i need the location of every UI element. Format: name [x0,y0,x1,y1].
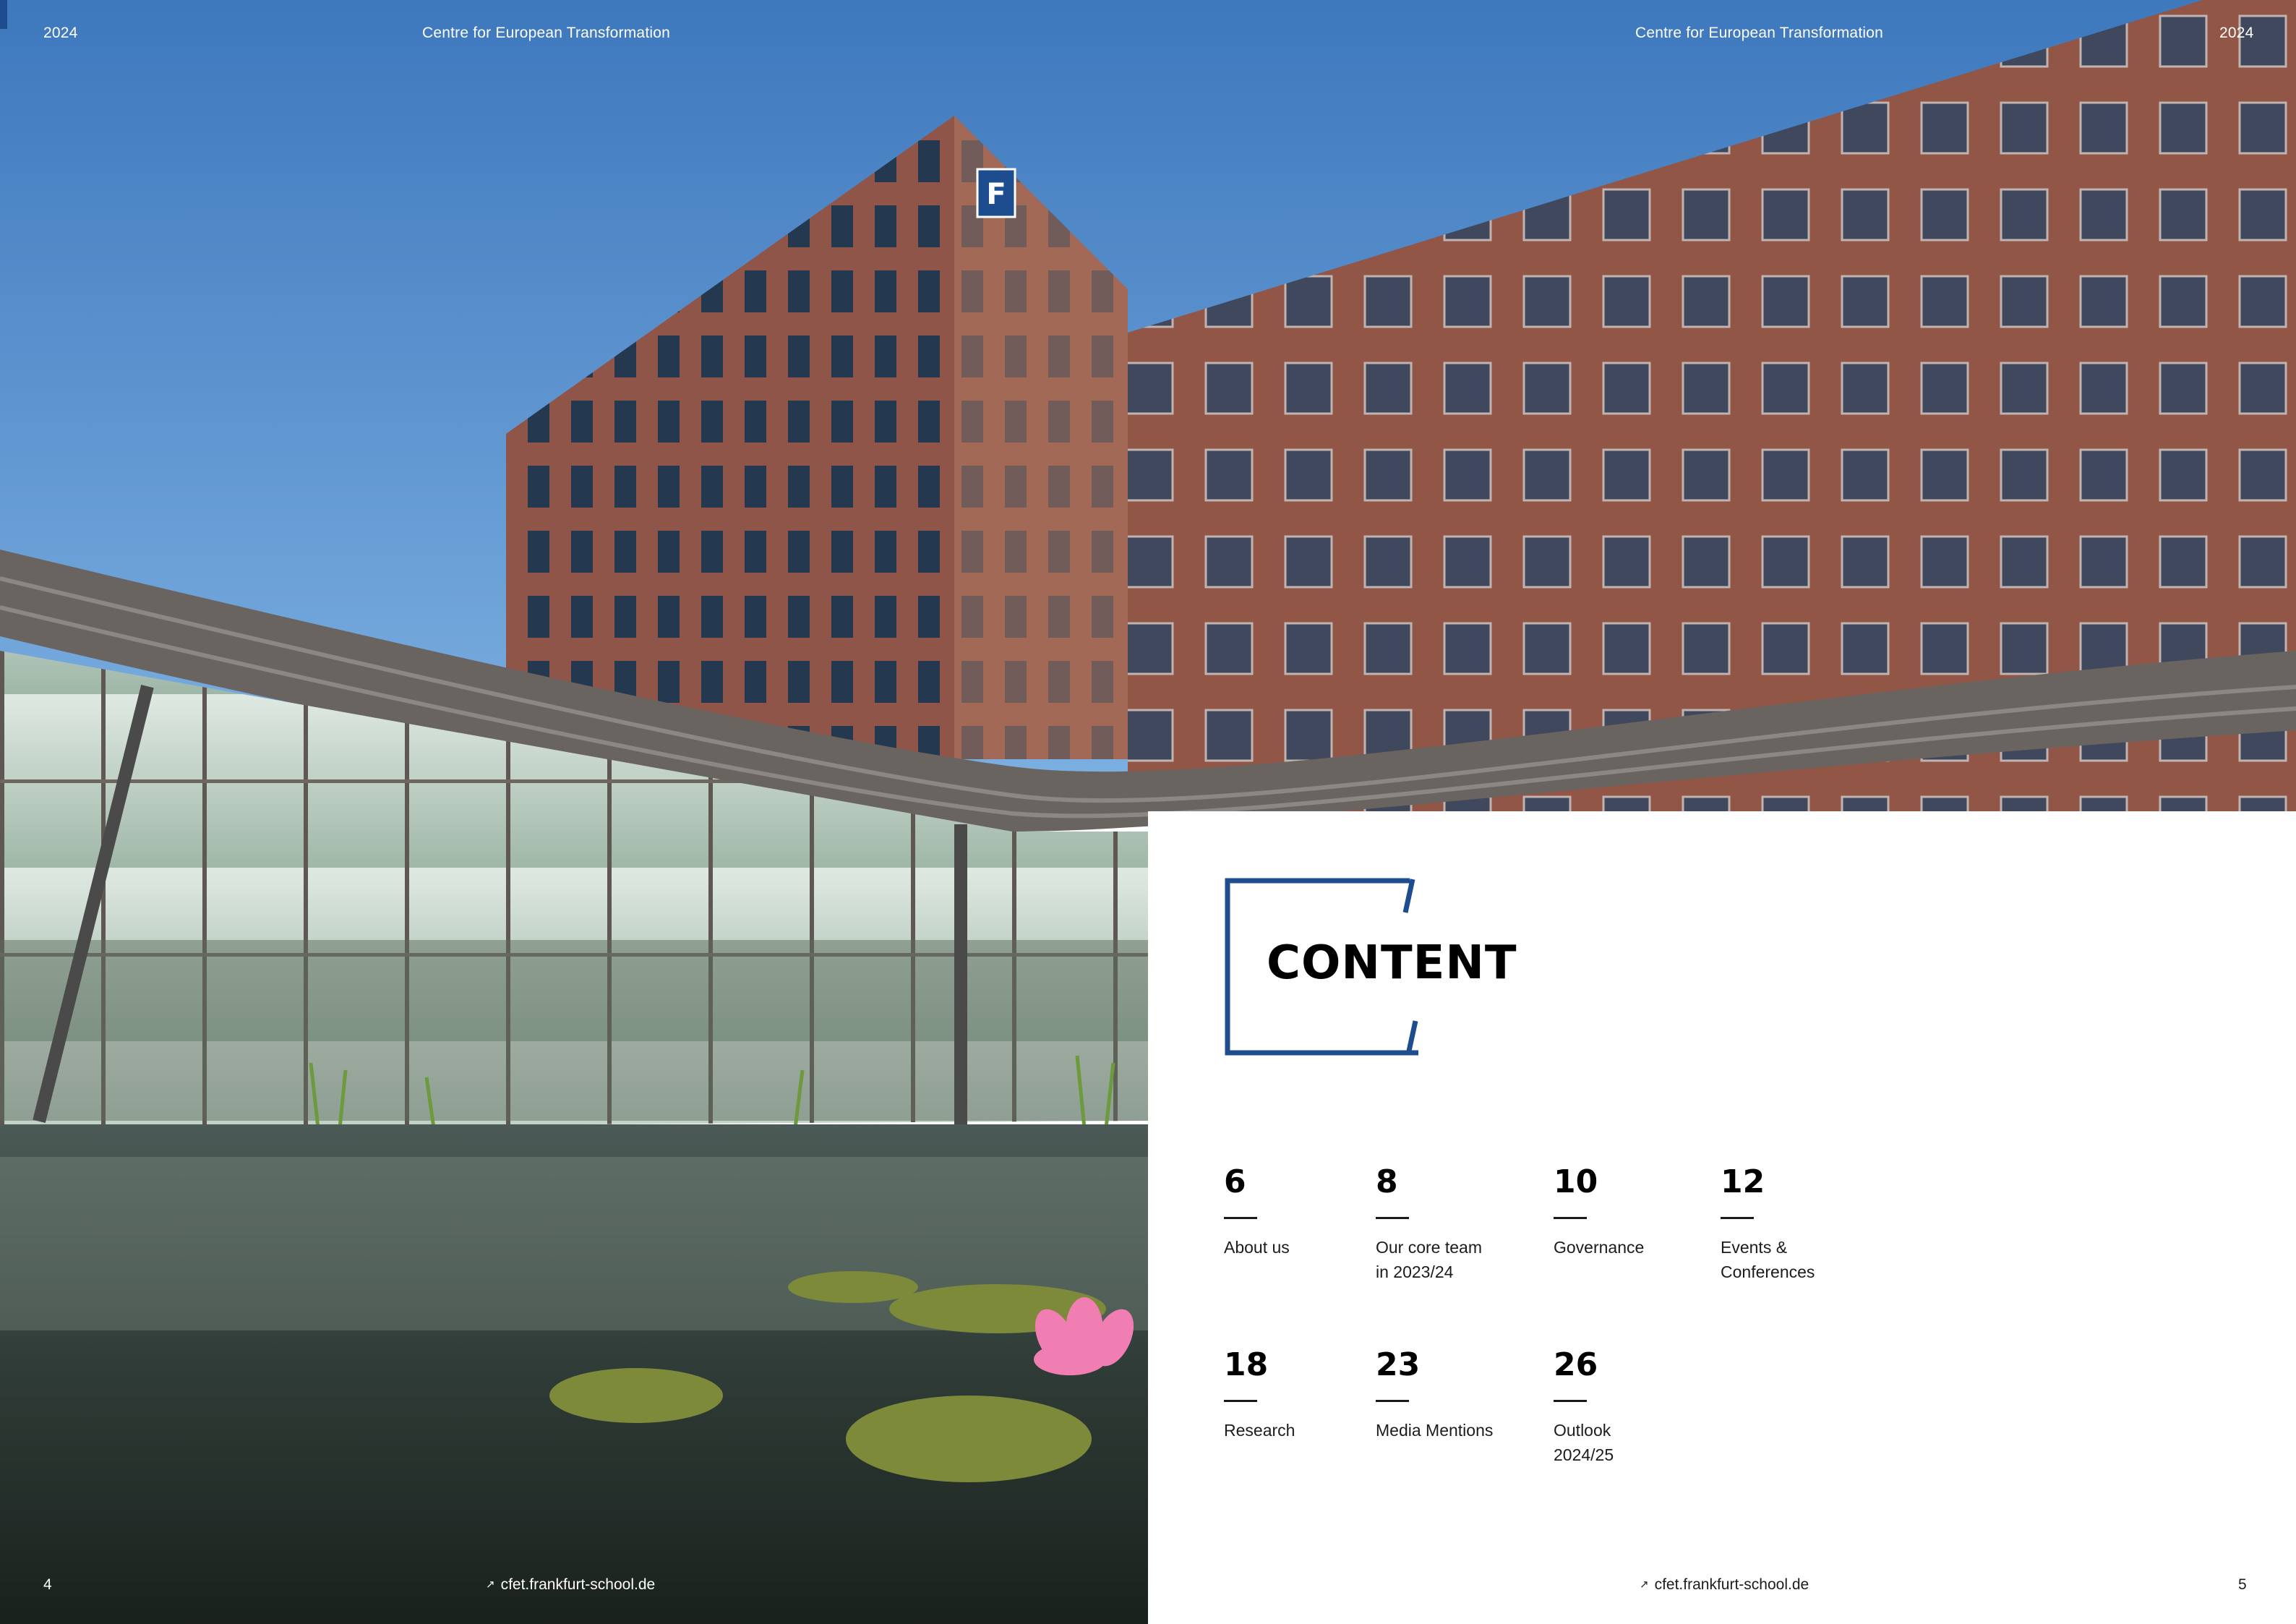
toc-label: Outlook 2024/25 [1554,1421,1614,1464]
toc-item-research[interactable]: 18 Research [1224,1349,1383,1443]
toc-item-governance[interactable]: 10 Governance [1554,1166,1713,1260]
toc-divider [1554,1217,1587,1219]
toc-label: Events & Conferences [1721,1238,1815,1281]
footer-page-number-right: 5 [2238,1576,2247,1593]
header-title-right: Centre for European Transformation [1635,25,1883,41]
toc-item-events[interactable]: 12 Events & Conferences [1721,1166,1880,1284]
toc-divider [1224,1217,1257,1219]
toc-divider [1376,1217,1409,1219]
page-accent-tab [0,0,7,29]
toc-page-number: 8 [1376,1163,1398,1200]
footer-link-left-text: cfet.frankfurt-school.de [500,1576,656,1593]
header-year-left: 2024 [43,25,78,41]
footer-link-right-text: cfet.frankfurt-school.de [1654,1576,1809,1593]
toc-page-number: 10 [1554,1163,1598,1200]
header-title-left: Centre for European Transformation [422,25,670,41]
footer-link-left[interactable]: ↗ cfet.frankfurt-school.de [486,1576,655,1594]
toc-item-about-us[interactable]: 6 About us [1224,1166,1383,1260]
north-east-arrow-icon: ↗ [486,1578,495,1591]
toc-label: Our core team in 2023/24 [1376,1238,1482,1281]
header-year-right: 2024 [2219,25,2254,41]
toc-label: Media Mentions [1376,1421,1494,1440]
toc-page-number: 26 [1554,1346,1598,1383]
toc-label: Governance [1554,1238,1645,1257]
toc-label: Research [1224,1421,1295,1440]
toc-divider [1721,1217,1754,1219]
toc-page-number: 23 [1376,1346,1421,1383]
svg-text:F: F [986,178,1006,211]
toc-page-number: 18 [1224,1346,1269,1383]
toc-item-outlook[interactable]: 26 Outlook 2024/25 [1554,1349,1713,1467]
toc-divider [1224,1400,1257,1402]
toc-item-media-mentions[interactable]: 23 Media Mentions [1376,1349,1535,1443]
toc-item-core-team[interactable]: 8 Our core team in 2023/24 [1376,1166,1535,1284]
toc-divider [1376,1400,1409,1402]
toc-label: About us [1224,1238,1290,1257]
content-title: CONTENT [1267,936,1517,990]
north-east-arrow-icon: ↗ [1640,1578,1649,1591]
toc-page-number: 12 [1721,1163,1765,1200]
footer-page-number-left: 4 [43,1576,52,1593]
toc-page-number: 6 [1224,1163,1246,1200]
footer-link-right[interactable]: ↗ cfet.frankfurt-school.de [1640,1576,1809,1594]
toc-divider [1554,1400,1587,1402]
